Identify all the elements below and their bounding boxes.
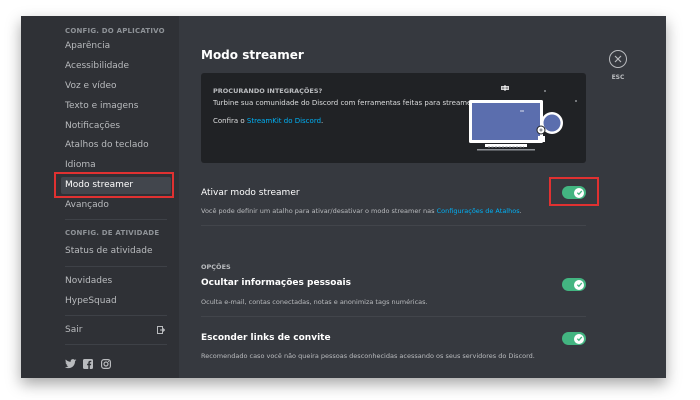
promo-heading: PROCURANDO INTEGRAÇÕES? <box>213 87 323 95</box>
promo-link-line: Confira o StreamKit do Discord. <box>213 117 323 125</box>
activity-settings-header: CONFIG. DE ATIVIDADE <box>65 229 160 237</box>
sidebar-item-keybinds[interactable]: Atalhos do teclado <box>61 137 171 154</box>
logout-label: Sair <box>65 325 83 335</box>
check-icon <box>576 336 582 342</box>
promo-link-suffix: . <box>321 117 324 125</box>
hide-invite-links-description: Recomendado caso você não queira pessoas… <box>201 352 535 360</box>
section-divider <box>201 225 586 226</box>
sidebar-item-changelog[interactable]: Novidades <box>61 273 171 290</box>
streamkit-promo-card: PROCURANDO INTEGRAÇÕES? Turbine sua comu… <box>201 73 586 163</box>
settings-window: CONFIG. DO APLICATIVO Aparência Acessibi… <box>21 16 666 378</box>
hide-personal-info-label: Ocultar informações pessoais <box>201 278 351 288</box>
social-links <box>65 354 113 370</box>
sidebar-item-voice-video[interactable]: Voz e vídeo <box>61 78 171 95</box>
main-content: Modo streamer ESC PROCURANDO INTEGRAÇÕES… <box>179 16 666 378</box>
promo-link-prefix: Confira o <box>213 117 247 125</box>
enable-streamer-desc-suffix: . <box>519 207 522 215</box>
logout-icon <box>157 326 165 334</box>
sidebar-item-notifications[interactable]: Notificações <box>61 118 171 135</box>
sidebar-item-appearance[interactable]: Aparência <box>61 38 171 55</box>
streamkit-link[interactable]: StreamKit do Discord <box>247 117 321 125</box>
sidebar-item-advanced[interactable]: Avançado <box>61 197 171 214</box>
sidebar: CONFIG. DO APLICATIVO Aparência Acessibi… <box>21 16 179 378</box>
enable-streamer-label: Ativar modo streamer <box>201 188 300 198</box>
sidebar-item-logout[interactable]: Sair <box>61 322 171 339</box>
sidebar-item-hypesquad[interactable]: HypeSquad <box>61 293 171 310</box>
twitter-icon[interactable] <box>65 354 77 369</box>
enable-streamer-desc-text: Você pode definir um atalho para ativar/… <box>201 207 437 215</box>
keybind-settings-link[interactable]: Configurações de Atalhos <box>437 207 520 215</box>
sidebar-item-accessibility[interactable]: Acessibilidade <box>61 58 171 75</box>
app-settings-header: CONFIG. DO APLICATIVO <box>65 27 165 35</box>
esc-label: ESC <box>611 74 625 81</box>
page-title: Modo streamer <box>201 48 304 62</box>
hide-invite-links-label: Esconder links de convite <box>201 333 331 343</box>
sidebar-divider <box>65 344 167 345</box>
sidebar-item-activity-status[interactable]: Status de atividade <box>61 243 171 260</box>
check-icon <box>576 282 582 288</box>
sidebar-divider <box>65 315 167 316</box>
hide-personal-info-toggle[interactable] <box>562 278 586 291</box>
promo-description: Turbine sua comunidade do Discord com fe… <box>213 99 481 107</box>
options-header: OPÇÕES <box>201 263 231 271</box>
enable-streamer-description: Você pode definir um atalho para ativar/… <box>201 207 522 215</box>
hide-personal-info-description: Oculta e-mail, contas conectadas, notas … <box>201 298 428 306</box>
streamer-mode-highlight <box>54 172 174 198</box>
hide-invite-links-toggle[interactable] <box>562 332 586 345</box>
streamer-monitor-illustration <box>469 85 577 151</box>
sidebar-item-text-images[interactable]: Texto e imagens <box>61 98 171 115</box>
facebook-icon[interactable] <box>83 354 95 369</box>
sidebar-divider <box>65 266 167 267</box>
sidebar-divider <box>65 219 167 220</box>
toggle-highlight <box>549 177 599 206</box>
instagram-icon[interactable] <box>101 354 113 370</box>
section-divider <box>201 316 586 317</box>
close-icon <box>614 55 622 63</box>
close-button[interactable] <box>609 50 627 68</box>
